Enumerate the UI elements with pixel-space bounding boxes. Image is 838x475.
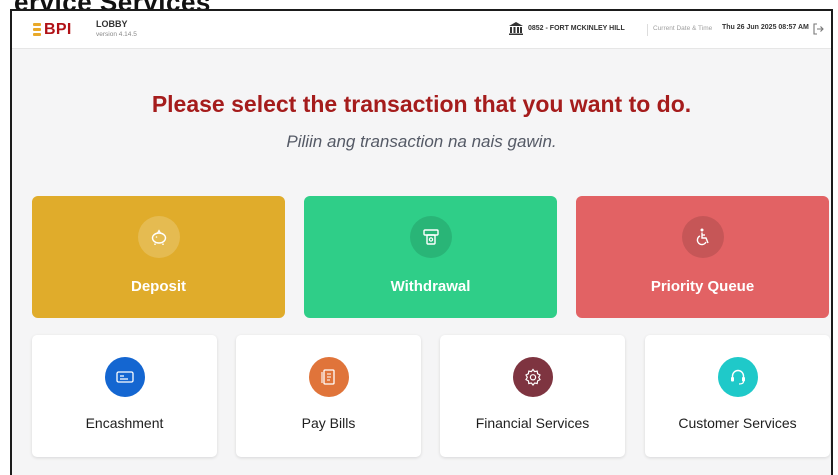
page-title: Please select the transaction that you w… — [151, 91, 692, 117]
bpi-logo: BPI — [32, 21, 72, 39]
priority-queue-tile[interactable]: Priority Queue — [576, 196, 829, 318]
encashment-tile[interactable]: Encashment — [32, 335, 217, 457]
page-subtitle: Piliin ang transaction na nais gawin. — [286, 132, 557, 151]
financial-services-label: Financial Services — [475, 415, 590, 431]
withdrawal-tile[interactable]: Withdrawal — [304, 196, 557, 318]
branch-info: 0852 - FORT MCKINLEY HILL — [509, 22, 625, 35]
module-name: LOBBY — [96, 19, 128, 29]
priority-queue-label: Priority Queue — [650, 278, 755, 295]
bank-icon — [509, 22, 523, 35]
piggy-bank-icon — [137, 216, 180, 258]
headset-icon — [717, 357, 758, 397]
encashment-label: Encashment — [85, 415, 164, 431]
customer-services-tile[interactable]: Customer Services — [645, 335, 830, 457]
top-bar: BPI LOBBY version 4.14.5 0852 - FORT MCK… — [12, 11, 831, 49]
bill-icon — [308, 357, 349, 397]
cash-withdrawal-icon — [409, 216, 452, 258]
datetime-value: Thu 26 Jun 2025 08:57 AM — [722, 24, 809, 31]
app-window: BPI LOBBY version 4.14.5 0852 - FORT MCK… — [10, 9, 833, 475]
withdrawal-label: Withdrawal — [390, 278, 471, 295]
bpi-logo-mark — [33, 23, 41, 36]
wheelchair-icon — [681, 216, 724, 258]
pay-bills-label: Pay Bills — [301, 415, 356, 431]
pay-bills-tile[interactable]: Pay Bills — [236, 335, 421, 457]
datetime-label: Current Date & Time — [653, 25, 713, 32]
topbar-divider — [647, 24, 648, 36]
financial-services-tile[interactable]: Financial Services — [440, 335, 625, 457]
module-info: LOBBY version 4.14.5 — [96, 19, 137, 38]
gear-icon — [512, 357, 553, 397]
app-version: version 4.14.5 — [96, 31, 137, 38]
branch-name: 0852 - FORT MCKINLEY HILL — [528, 25, 625, 32]
logo-text: BPI — [44, 21, 72, 38]
logout-icon[interactable] — [812, 23, 824, 35]
customer-services-label: Customer Services — [678, 415, 797, 431]
deposit-label: Deposit — [130, 278, 186, 295]
check-icon — [104, 357, 145, 397]
deposit-tile[interactable]: Deposit — [32, 196, 285, 318]
